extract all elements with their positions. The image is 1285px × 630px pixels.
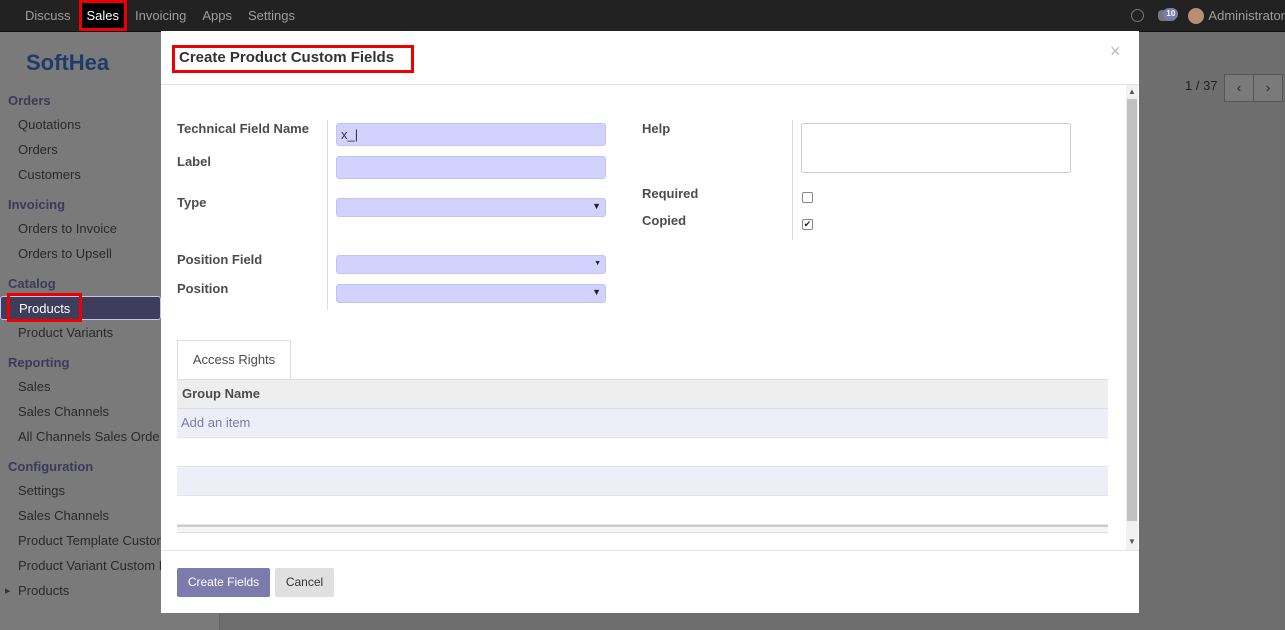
activity-clock-icon[interactable] — [1131, 9, 1145, 22]
sidebar-section-orders: Orders — [8, 93, 51, 108]
sidebar-item-config-sales-channels[interactable]: Sales Channels — [18, 508, 109, 523]
pager-value: 1 / 37 — [1185, 78, 1218, 93]
table-row — [177, 438, 1108, 467]
left-group-divider — [327, 120, 328, 310]
add-an-item-link[interactable]: Add an item — [177, 415, 250, 430]
tab-access-rights[interactable]: Access Rights — [177, 340, 291, 380]
label-label: Label — [177, 154, 211, 169]
table-row: Add an item — [177, 409, 1108, 438]
sidebar-item-product-template-custom[interactable]: Product Template Custor — [18, 533, 161, 548]
sidebar-item-orders[interactable]: Orders — [18, 142, 58, 157]
copied-checkbox[interactable]: ✔ — [802, 219, 813, 230]
copied-label: Copied — [642, 213, 687, 228]
pager-previous-button[interactable]: ‹ — [1224, 74, 1254, 102]
sidebar-section-invoicing: Invoicing — [8, 197, 66, 212]
type-select[interactable]: ▼ — [336, 198, 606, 217]
dialog-title: Create Product Custom Fields — [172, 45, 414, 73]
sidebar-item-product-variants[interactable]: Product Variants — [18, 325, 113, 340]
sidebar-item-customers[interactable]: Customers — [18, 167, 81, 182]
sidebar-item-sales[interactable]: Sales — [18, 379, 51, 394]
scrollbar-thumb[interactable] — [1127, 99, 1137, 521]
position-select[interactable]: ▼ — [336, 284, 606, 303]
required-checkbox[interactable] — [802, 192, 813, 203]
top-navbar: Discuss Sales Invoicing Apps Settings 10… — [0, 0, 1285, 32]
dialog-footer: Create Fields Cancel — [161, 550, 1139, 614]
technical-field-name-label: Technical Field Name — [177, 121, 309, 136]
messaging-icon[interactable]: 10 — [1158, 8, 1179, 21]
sidebar-item-orders-to-upsell[interactable]: Orders to Upsell — [18, 246, 112, 261]
technical-field-name-input[interactable]: x_| — [336, 123, 606, 146]
dropdown-caret-icon: ▼ — [592, 201, 601, 211]
position-field-select[interactable]: ▼ — [336, 255, 606, 274]
table-row — [177, 496, 1108, 525]
sidebar-item-settings[interactable]: Settings — [18, 483, 65, 498]
dialog-scrollbar[interactable]: ▲ ▼ — [1126, 85, 1138, 550]
chat-count-badge: 10 — [1163, 8, 1179, 20]
cancel-button[interactable]: Cancel — [275, 568, 334, 597]
table-footer — [177, 525, 1108, 533]
scroll-up-arrow-icon[interactable]: ▲ — [1128, 87, 1136, 96]
help-textarea[interactable] — [801, 123, 1071, 173]
dialog-header: Create Product Custom Fields × — [161, 31, 1139, 85]
company-logo: SoftHea — [26, 50, 110, 75]
scroll-down-arrow-icon[interactable]: ▼ — [1128, 537, 1136, 546]
required-label: Required — [642, 186, 699, 201]
create-custom-fields-dialog: Create Product Custom Fields × Technical… — [161, 31, 1139, 613]
products-highlight-box — [7, 293, 82, 322]
sidebar-item-orders-to-invoice[interactable]: Orders to Invoice — [18, 221, 117, 236]
menu-invoicing[interactable]: Invoicing — [127, 0, 194, 31]
sidebar-item-sales-channels[interactable]: Sales Channels — [18, 404, 109, 419]
navbar-right: 10 Administrator — [1131, 0, 1285, 31]
user-menu[interactable]: Administrator — [1208, 8, 1285, 23]
create-fields-button[interactable]: Create Fields — [177, 568, 270, 597]
pager-next-button[interactable]: › — [1253, 74, 1283, 102]
dialog-body: Technical Field Name x_| Label Type ▼ Po… — [161, 85, 1127, 550]
table-row — [177, 467, 1108, 496]
sidebar-item-all-channels-sales-orders[interactable]: All Channels Sales Orde — [18, 429, 160, 444]
menu-discuss[interactable]: Discuss — [17, 0, 79, 31]
menu-apps[interactable]: Apps — [194, 0, 240, 31]
close-icon[interactable]: × — [1110, 41, 1121, 62]
dropdown-caret-icon: ▼ — [592, 287, 601, 297]
sidebar-section-catalog: Catalog — [8, 276, 56, 291]
right-group-divider — [792, 120, 793, 240]
sidebar-section-configuration: Configuration — [8, 459, 94, 474]
menu-settings[interactable]: Settings — [240, 0, 303, 31]
caret-right-icon: ▶ — [5, 588, 11, 595]
dropdown-caret-icon: ▼ — [594, 260, 601, 267]
label-input[interactable] — [336, 156, 606, 179]
sidebar-item-config-products[interactable]: Products — [18, 583, 69, 598]
menu-sales[interactable]: Sales — [78, 0, 128, 31]
type-label: Type — [177, 195, 207, 210]
avatar[interactable] — [1188, 7, 1205, 24]
sidebar-item-quotations[interactable]: Quotations — [18, 117, 81, 132]
sidebar-section-reporting: Reporting — [8, 355, 70, 370]
sidebar-item-product-variant-custom[interactable]: Product Variant Custom I — [18, 558, 162, 573]
app-menu: Discuss Sales Invoicing Apps Settings — [17, 0, 303, 31]
position-label: Position — [177, 281, 229, 296]
help-label: Help — [642, 121, 671, 136]
group-name-column-header[interactable]: Group Name — [177, 379, 1108, 409]
position-field-label: Position Field — [177, 252, 263, 267]
